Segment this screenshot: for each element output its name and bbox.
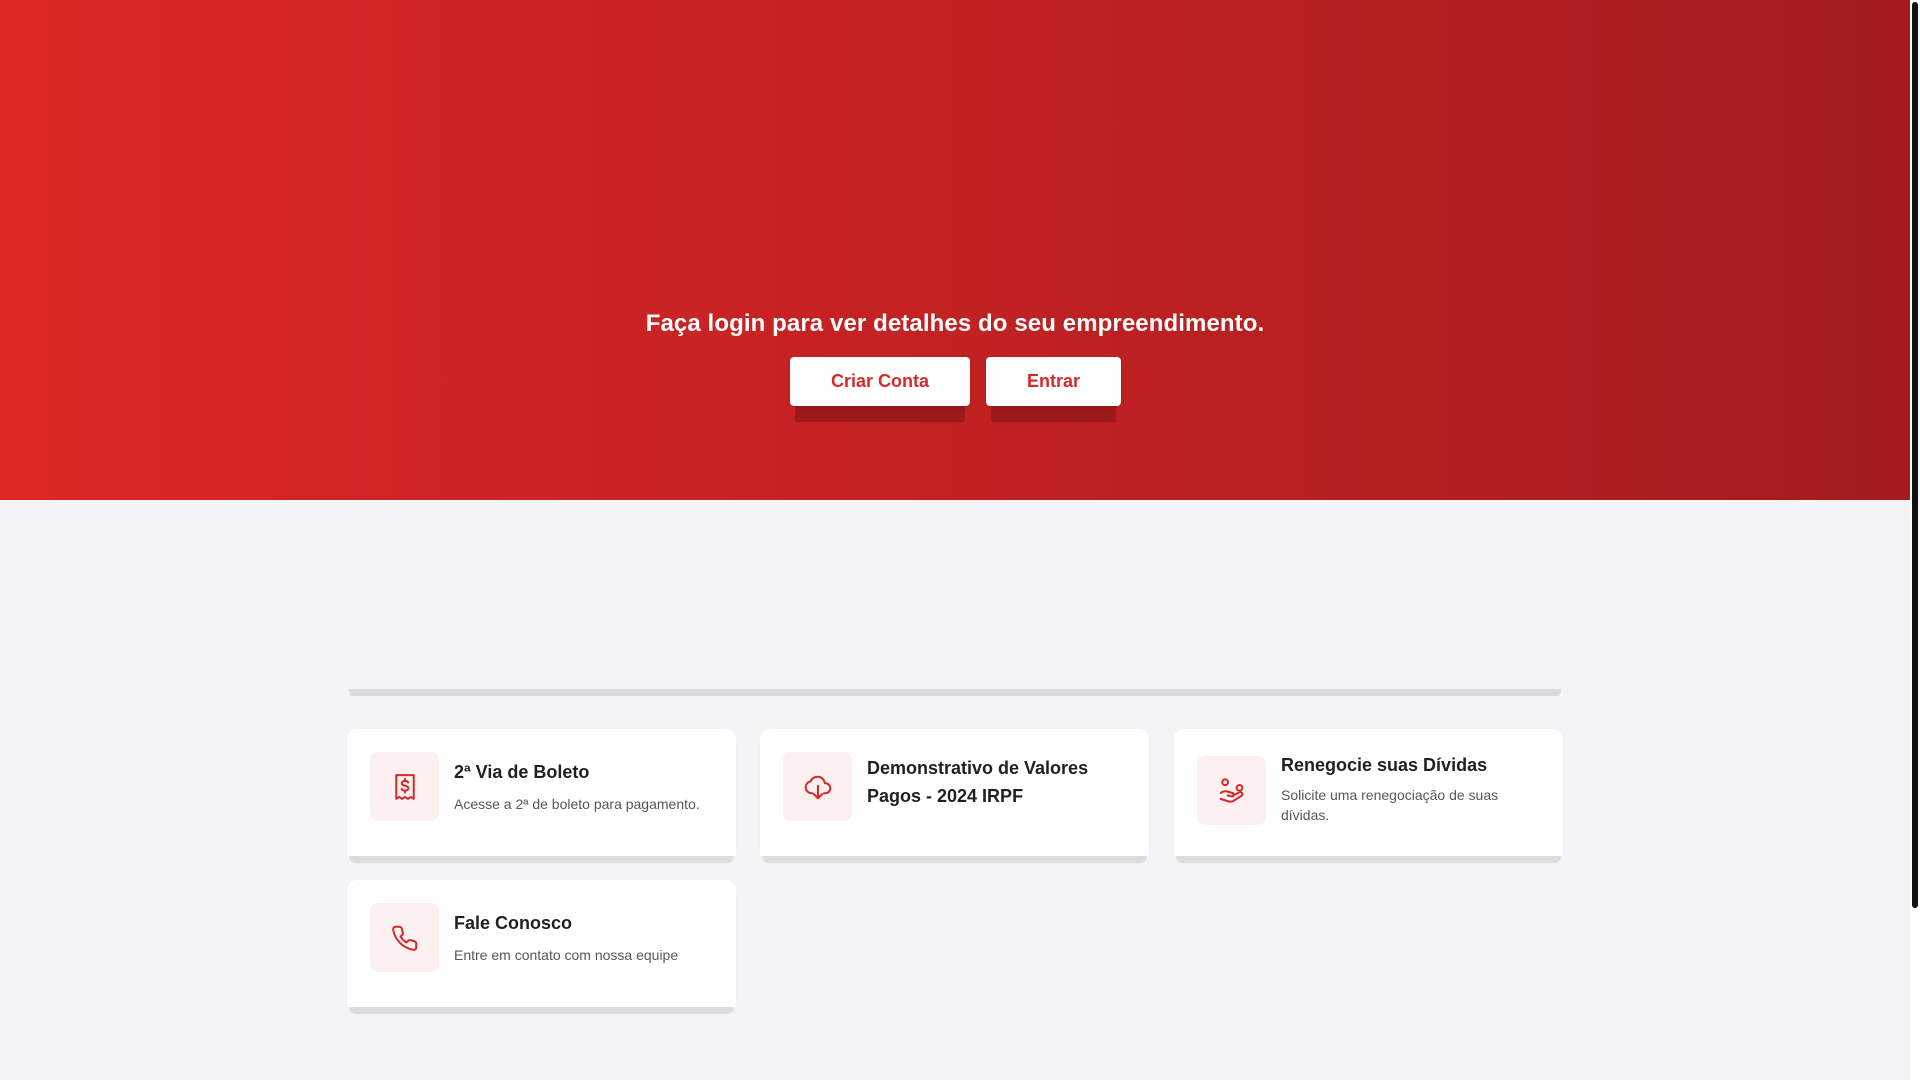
card-renegocie[interactable]: Renegocie suas Dívidas Solicite uma rene… [1174,729,1563,863]
vertical-scrollbar[interactable] [1910,0,1920,1080]
card-title: Fale Conosco [454,913,573,933]
card-fale-conosco-text: Fale Conosco Entre em contato com nossa … [454,909,716,965]
card-title: Renegocie suas Dívidas [1281,755,1488,775]
phone-icon [370,903,439,972]
page: Faça login para ver detalhes do seu empr… [0,0,1920,1080]
hero-actions: Criar Conta Entrar [790,357,1130,423]
hand-coins-icon [1197,756,1266,825]
hero-banner: Faça login para ver detalhes do seu empr… [0,0,1910,500]
card-title: 2ª Via de Boleto [454,762,590,782]
create-account-button[interactable]: Criar Conta [790,357,970,406]
cloud-download-icon [783,752,852,821]
section-divider [349,689,1561,696]
card-title: Demonstrativo de Valores Pagos - 2024 IR… [867,758,1089,806]
card-fale-conosco[interactable]: Fale Conosco Entre em contato com nossa … [347,880,736,1014]
card-boleto[interactable]: 2ª Via de Boleto Acesse a 2ª de boleto p… [347,729,736,863]
card-boleto-text: 2ª Via de Boleto Acesse a 2ª de boleto p… [454,758,716,814]
login-button-shadow [991,405,1116,422]
receipt-dollar-icon [370,752,439,821]
card-renegocie-text: Renegocie suas Dívidas Solicite uma rene… [1281,751,1543,825]
login-button[interactable]: Entrar [986,357,1121,406]
card-description: Acesse a 2ª de boleto para pagamento. [454,796,700,812]
hero-title: Faça login para ver detalhes do seu empr… [645,310,1265,337]
create-account-button-shadow [795,405,965,422]
card-demonstrativo[interactable]: Demonstrativo de Valores Pagos - 2024 IR… [760,729,1149,863]
card-description: Solicite uma renegociação de suas dívida… [1281,787,1499,823]
scrollbar-thumb[interactable] [1912,2,1918,908]
card-description: Entre em contato com nossa equipe [454,947,679,963]
card-demonstrativo-text: Demonstrativo de Valores Pagos - 2024 IR… [867,754,1129,810]
